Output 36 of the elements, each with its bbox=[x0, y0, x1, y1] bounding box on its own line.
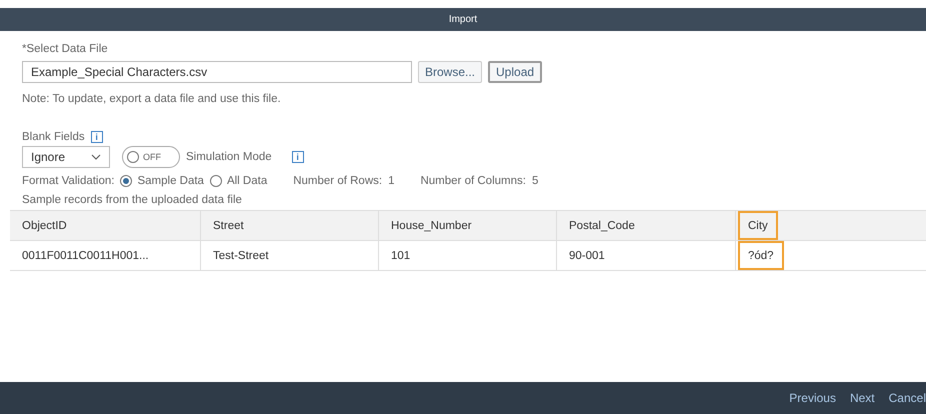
radio-label: Sample Data bbox=[137, 175, 204, 187]
column-header: Street bbox=[212, 218, 245, 234]
footer-button[interactable]: Next bbox=[850, 391, 875, 405]
field-label: Format Validation: bbox=[22, 175, 114, 187]
column-header: ObjectID bbox=[21, 218, 68, 234]
note-text: Note: To update, export a data file and use this file. bbox=[22, 93, 281, 105]
footer-button[interactable]: Previous bbox=[789, 391, 836, 405]
column-header: Postal_Code bbox=[568, 218, 636, 234]
upload-button[interactable]: Upload bbox=[488, 61, 542, 83]
field-label: Blank Fields bbox=[22, 131, 85, 143]
column-header: City bbox=[738, 211, 778, 240]
info-icon[interactable]: i bbox=[90, 131, 103, 143]
table-caption: Sample records from the uploaded data file bbox=[22, 194, 242, 206]
info-icon[interactable]: i bbox=[292, 151, 304, 163]
table-cell-text: 90-001 bbox=[568, 248, 606, 264]
file-name-field[interactable]: Example_Special Characters.csv bbox=[22, 61, 412, 83]
footer-button[interactable]: Cancel bbox=[888, 391, 926, 405]
columns-label: Number of Columns: bbox=[420, 175, 526, 187]
table-cell-text: 101 bbox=[390, 248, 412, 264]
blank-fields-dropdown[interactable]: Ignore bbox=[22, 146, 110, 168]
switch-label: Simulation Mode bbox=[186, 151, 272, 163]
radio-label: All Data bbox=[226, 175, 268, 187]
chevron-down-icon bbox=[91, 154, 101, 160]
dialog-title: Import bbox=[448, 14, 478, 25]
rows-label: Number of Rows: bbox=[293, 175, 382, 187]
radio-button[interactable] bbox=[120, 175, 132, 187]
browse-button[interactable]: Browse... bbox=[418, 61, 482, 83]
columns-value: 5 bbox=[532, 175, 538, 187]
rows-value: 1 bbox=[388, 175, 394, 187]
table-cell: ?ód? bbox=[738, 241, 784, 270]
table-cell-text: Test-Street bbox=[212, 248, 270, 264]
simulation-switch[interactable]: OFF bbox=[122, 146, 180, 168]
table-cell-text: 0011F0011C0011H001... bbox=[21, 248, 150, 264]
column-header: House_Number bbox=[390, 218, 473, 234]
field-label: *Select Data File bbox=[22, 43, 109, 55]
radio-button[interactable] bbox=[210, 175, 222, 187]
